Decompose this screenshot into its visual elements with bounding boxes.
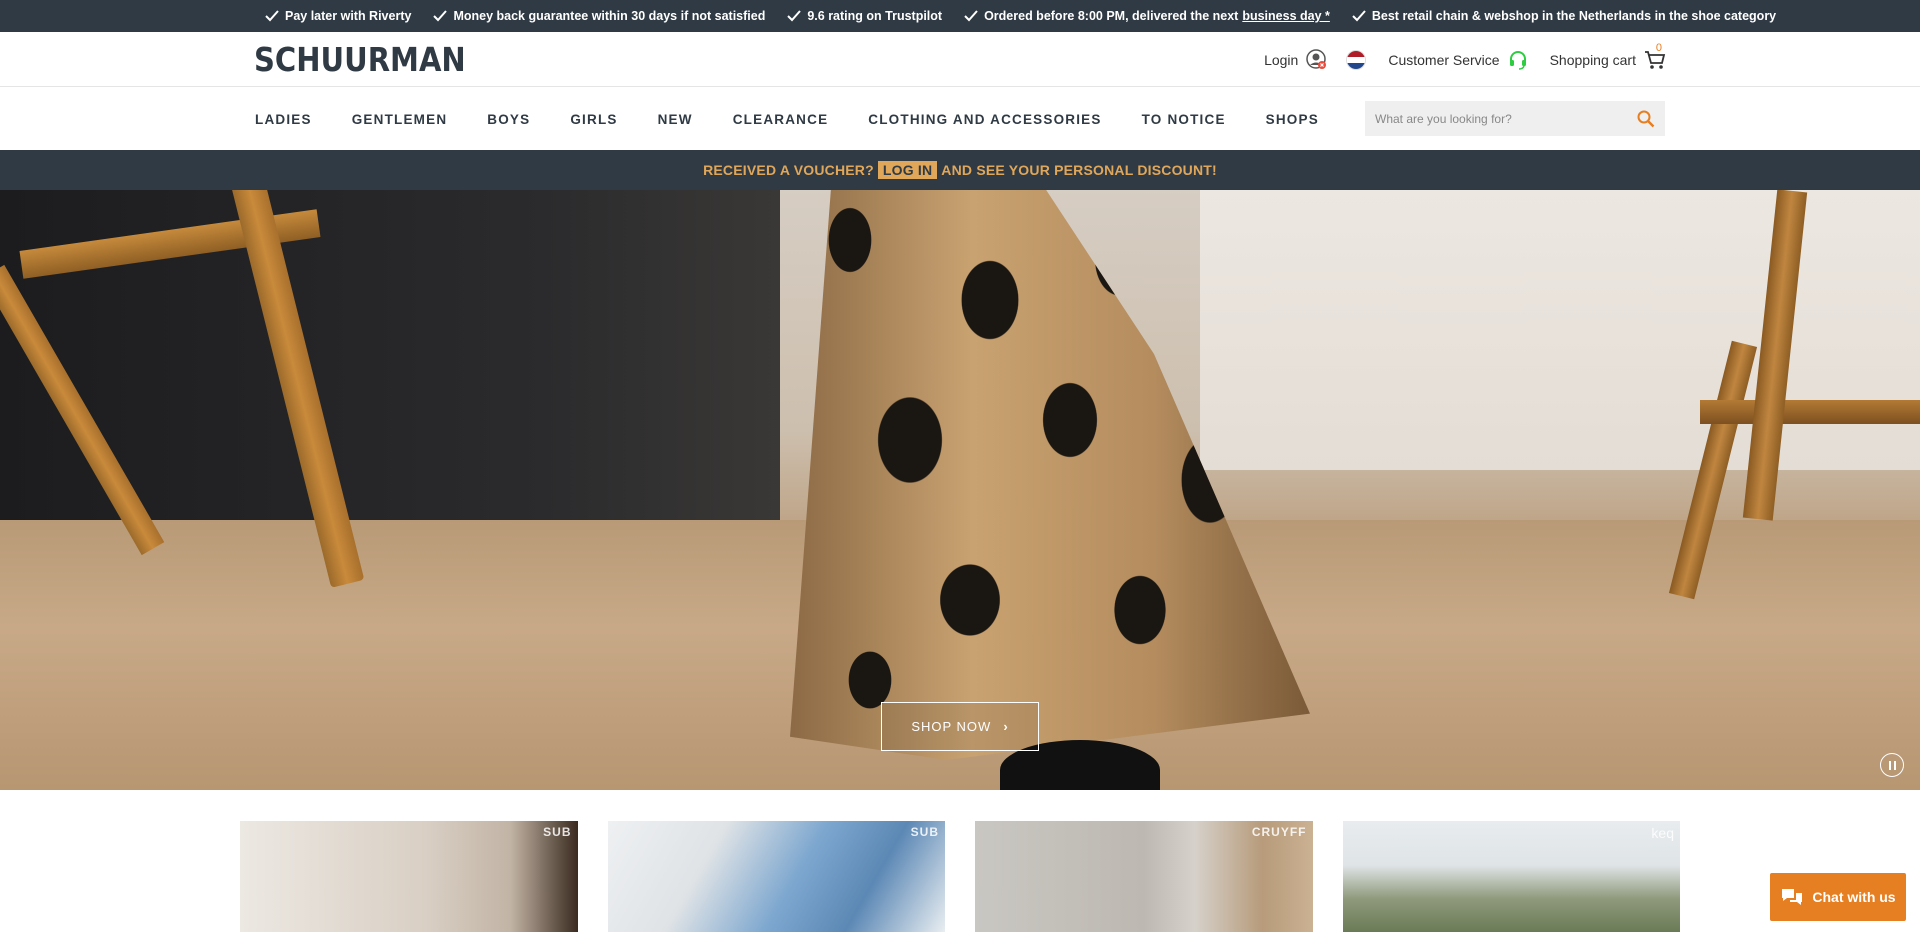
search-input[interactable] — [1375, 111, 1625, 126]
site-header: SCHUURMAN Login Customer Service Shoppin… — [0, 32, 1920, 87]
hero-wall-right — [1200, 190, 1920, 470]
pause-video-button[interactable] — [1880, 753, 1904, 777]
cart-count: 0 — [1655, 41, 1662, 54]
voucher-login-link[interactable]: LOG IN — [877, 161, 938, 179]
usp-item: Ordered before 8:00 PM, delivered the ne… — [964, 9, 1330, 23]
nav-item-to-notice[interactable]: TO NOTICE — [1142, 112, 1226, 127]
hero-chair — [1700, 400, 1920, 424]
search-box — [1365, 101, 1665, 136]
logo[interactable]: SCHUURMAN — [254, 42, 466, 78]
user-icon — [1306, 48, 1327, 69]
shop-now-label: SHOP NOW — [911, 719, 992, 734]
check-icon — [964, 10, 978, 22]
pause-icon — [1888, 760, 1891, 770]
shopping-cart-link[interactable]: Shopping cart 0 — [1549, 42, 1666, 71]
usp-text: Pay later with Riverty — [285, 9, 412, 23]
usp-item: Money back guarantee within 30 days if n… — [433, 9, 765, 23]
usp-item: Best retail chain & webshop in the Nethe… — [1352, 9, 1776, 23]
nav-item-new[interactable]: NEW — [658, 112, 693, 127]
usp-text: Money back guarantee within 30 days if n… — [453, 9, 766, 23]
voucher-text-after: AND SEE YOUR PERSONAL DISCOUNT! — [941, 162, 1217, 178]
usp-bar: Pay later with Riverty Money back guaran… — [0, 0, 1920, 32]
customer-service-label: Customer Service — [1388, 51, 1500, 68]
usp-item: 9.6 rating on Trustpilot — [787, 9, 942, 23]
nav-item-girls[interactable]: GIRLS — [570, 112, 617, 127]
category-tiles: SUB SUB CRUYFF keq — [240, 821, 1680, 932]
customer-service-link[interactable]: Customer Service — [1388, 50, 1527, 70]
chat-bubble-icon — [1782, 889, 1803, 905]
chat-button[interactable]: Chat with us — [1770, 873, 1906, 921]
voucher-banner: RECEIVED A VOUCHER? LOG IN AND SEE YOUR … — [0, 150, 1920, 190]
check-icon — [787, 10, 802, 22]
category-tile[interactable]: SUB — [240, 821, 578, 932]
usp-text: Best retail chain & webshop in the Nethe… — [1371, 9, 1777, 23]
brand-logo: keq — [1651, 825, 1674, 841]
cart-label: Shopping cart — [1549, 51, 1636, 68]
chevron-right-icon: › — [1003, 719, 1009, 734]
check-icon — [265, 10, 279, 22]
hero-banner[interactable] — [0, 190, 1920, 790]
header-actions: Login Customer Service Shopping cart 0 — [1250, 32, 1666, 87]
usp-item: Pay later with Riverty — [265, 9, 411, 23]
category-tile[interactable]: SUB — [607, 821, 945, 932]
login-link[interactable]: Login — [1264, 48, 1328, 71]
nav-item-clearance[interactable]: CLEARANCE — [733, 112, 829, 127]
nav-item-clothing-accessories[interactable]: CLOTHING AND ACCESSORIES — [868, 112, 1101, 127]
brand-logo: SUB — [543, 825, 572, 839]
nav-item-ladies[interactable]: LADIES — [255, 112, 312, 127]
voucher-text: RECEIVED A VOUCHER? — [703, 162, 874, 178]
language-selector[interactable] — [1342, 49, 1367, 70]
netherlands-flag-icon — [1346, 49, 1367, 70]
check-icon — [1352, 10, 1366, 22]
nav-item-gentlemen[interactable]: GENTLEMEN — [352, 112, 448, 127]
brand-logo: SUB — [910, 825, 939, 839]
business-day-link[interactable]: business day * — [1242, 9, 1330, 23]
nav-item-shops[interactable]: SHOPS — [1266, 112, 1319, 127]
chat-label: Chat with us — [1812, 889, 1896, 905]
brand-logo: CRUYFF — [1251, 825, 1307, 839]
usp-text: 9.6 rating on Trustpilot — [807, 9, 943, 23]
nav-item-boys[interactable]: BOYS — [487, 112, 530, 127]
nav-items: LADIES GENTLEMEN BOYS GIRLS NEW CLEARANC… — [255, 88, 1359, 150]
login-label: Login — [1264, 51, 1299, 68]
search-icon[interactable] — [1637, 110, 1655, 128]
usp-text: Ordered before 8:00 PM, delivered the ne… — [984, 9, 1239, 23]
main-nav: LADIES GENTLEMEN BOYS GIRLS NEW CLEARANC… — [0, 88, 1920, 150]
headset-icon — [1509, 50, 1526, 70]
pause-icon — [1893, 760, 1896, 770]
category-tile[interactable]: keq — [1342, 821, 1680, 932]
shop-now-button[interactable]: SHOP NOW › — [881, 702, 1039, 751]
check-icon — [433, 10, 448, 22]
category-tile[interactable]: CRUYFF — [975, 821, 1313, 932]
